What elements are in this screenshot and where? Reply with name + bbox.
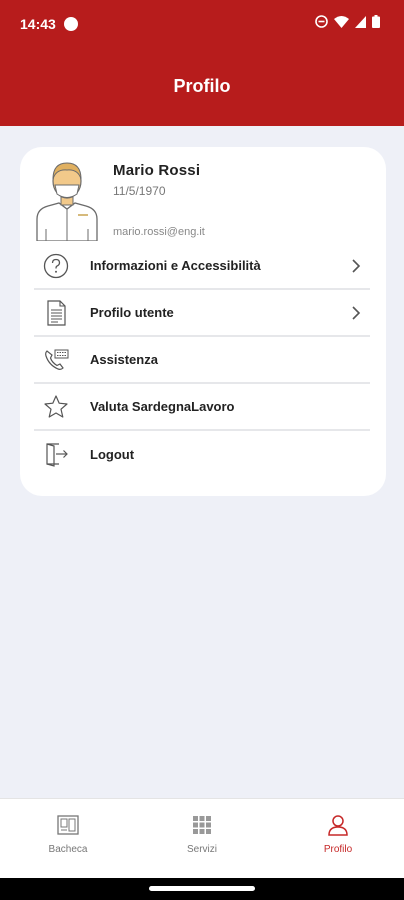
- nav-label: Bacheca: [48, 844, 88, 855]
- dnd-icon: [315, 15, 328, 28]
- avatar: [36, 162, 98, 241]
- menu-item-label: Profilo utente: [90, 305, 174, 320]
- status-time: 14:43: [20, 16, 56, 32]
- nav-label: Profilo: [323, 844, 353, 855]
- user-email: mario.rossi@eng.it: [113, 226, 205, 238]
- notification-dot-icon: [64, 17, 78, 31]
- nav-tab-bacheca[interactable]: Bacheca: [28, 807, 108, 867]
- status-icons: [315, 15, 380, 28]
- page-title: Profilo: [173, 76, 231, 96]
- menu-item-label: Valuta SardegnaLavoro: [90, 399, 235, 414]
- status-bar: 14:43: [0, 0, 404, 48]
- user-birthdate: 11/5/1970: [113, 184, 166, 198]
- menu-item-user-profile[interactable]: Profilo utente: [34, 290, 370, 337]
- board-icon: [57, 815, 79, 835]
- bottom-navigation: Bacheca Servizi Profilo: [0, 798, 404, 878]
- nav-tab-servizi[interactable]: Servizi: [162, 807, 242, 867]
- menu-item-logout[interactable]: Logout: [34, 431, 370, 478]
- logout-icon: [46, 443, 68, 467]
- signal-icon: [355, 15, 366, 28]
- battery-icon: [372, 15, 380, 28]
- nav-tab-profilo[interactable]: Profilo: [298, 807, 378, 867]
- nav-label: Servizi: [186, 844, 217, 855]
- phone-icon: [45, 349, 69, 370]
- menu-item-info[interactable]: Informazioni e Accessibilità: [34, 243, 370, 290]
- menu-item-label: Assistenza: [90, 352, 158, 367]
- wifi-icon: [334, 15, 349, 28]
- grid-icon: [193, 816, 211, 834]
- user-icon: [328, 815, 348, 836]
- profile-card: Mario Rossi 11/5/1970 mario.rossi@eng.it…: [20, 147, 386, 496]
- menu-item-rate-app[interactable]: Valuta SardegnaLavoro: [34, 384, 370, 431]
- menu-item-label: Logout: [90, 447, 135, 462]
- question-circle-icon: [43, 253, 69, 279]
- app-bar: Profilo: [0, 48, 404, 126]
- chevron-right-icon: [352, 259, 361, 273]
- document-icon: [47, 300, 66, 326]
- system-navigation-bar: [0, 878, 404, 900]
- menu-item-label: Informazioni e Accessibilità: [90, 258, 261, 273]
- profile-menu: Informazioni e Accessibilità Profilo ute…: [34, 243, 370, 478]
- home-indicator[interactable]: [149, 886, 255, 891]
- menu-item-assistance[interactable]: Assistenza: [34, 337, 370, 384]
- star-icon: [44, 395, 68, 418]
- user-name: Mario Rossi: [113, 162, 201, 179]
- chevron-right-icon: [352, 306, 361, 320]
